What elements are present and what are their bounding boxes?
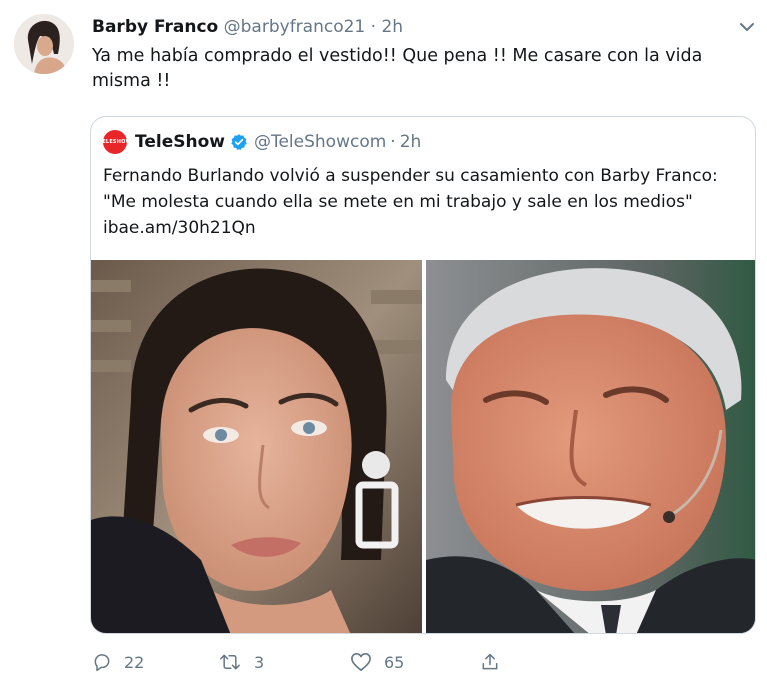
- quoted-author-handle[interactable]: @TeleShowcom: [254, 129, 386, 155]
- retweet-button[interactable]: 3: [218, 652, 264, 672]
- quoted-text-line1: Fernando Burlando volvió a suspender su …: [103, 166, 718, 186]
- quoted-author-name[interactable]: TeleShow: [135, 129, 225, 155]
- reply-button[interactable]: 22: [92, 652, 144, 672]
- teleshow-logo-icon: TELESHOW: [99, 130, 131, 154]
- tweet-header: Barby Franco @barbyfranco21 · 2h: [92, 14, 403, 40]
- tweet-time[interactable]: 2h: [381, 17, 403, 37]
- retweet-icon: [220, 654, 240, 670]
- photo-man-image: [426, 260, 755, 633]
- quoted-meta-separator: ·: [390, 132, 396, 152]
- quoted-tweet-header: TELESHOW TeleShow @TeleShowcom · 2h: [99, 129, 422, 155]
- like-button[interactable]: 65: [350, 652, 404, 672]
- share-icon: [482, 653, 498, 670]
- tweet-actions: 22 3 65: [0, 640, 767, 680]
- chevron-down-icon[interactable]: [738, 20, 756, 34]
- quoted-media[interactable]: [91, 260, 755, 633]
- photo-woman-image: [91, 260, 422, 633]
- avatar[interactable]: [14, 14, 74, 74]
- avatar-photo: [14, 14, 74, 74]
- quoted-tweet-card[interactable]: TELESHOW TeleShow @TeleShowcom · 2h Fern…: [90, 116, 756, 634]
- quoted-tweet-text: Fernando Burlando volvió a suspender su …: [103, 163, 743, 241]
- meta-separator: ·: [370, 17, 377, 37]
- verified-icon: [231, 134, 247, 150]
- teleshow-logo-text: TELESHOW: [98, 139, 132, 145]
- reply-icon: [94, 654, 110, 672]
- author-handle[interactable]: @barbyfranco21: [224, 17, 366, 37]
- quoted-link[interactable]: ibae.am/30h21Qn: [103, 215, 743, 241]
- like-icon: [351, 653, 371, 671]
- retweet-count: 3: [254, 652, 265, 672]
- quoted-text-line2: "Me molesta cuando ella se mete en mi tr…: [103, 192, 693, 212]
- share-button[interactable]: [480, 652, 512, 672]
- reply-count: 22: [124, 652, 145, 672]
- tweet-text: Ya me había comprado el vestido!! Que pe…: [92, 46, 703, 91]
- author-name[interactable]: Barby Franco: [92, 17, 218, 37]
- like-count: 65: [384, 652, 405, 672]
- photo-woman[interactable]: [91, 260, 422, 633]
- photo-man[interactable]: [426, 260, 755, 633]
- quoted-tweet-time[interactable]: 2h: [400, 129, 422, 155]
